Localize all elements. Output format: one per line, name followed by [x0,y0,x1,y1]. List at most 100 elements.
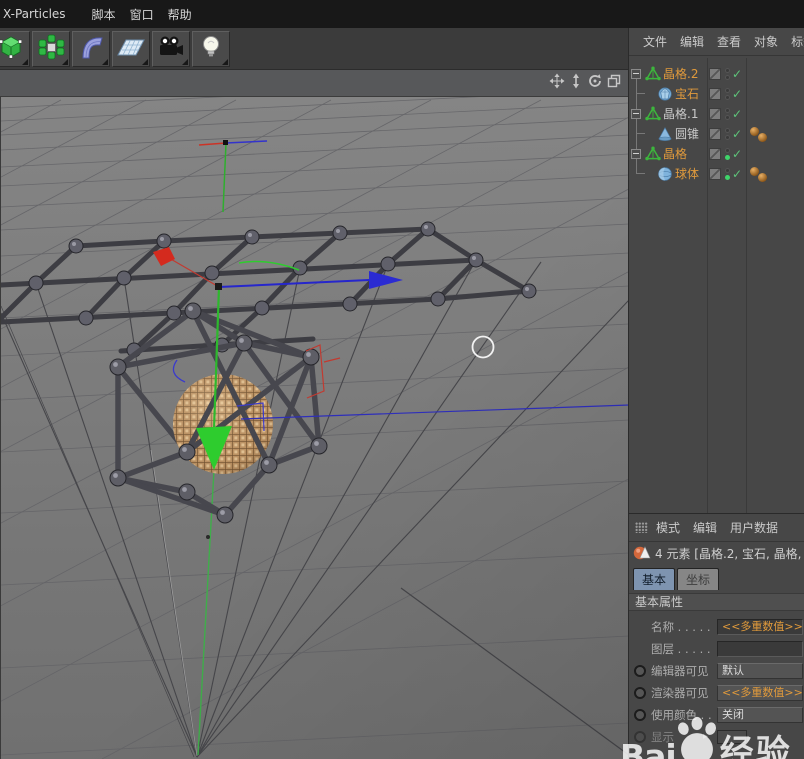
enabled-checkmark[interactable]: ✓ [732,84,742,104]
lattice-icon [645,106,661,122]
layer-swatch[interactable] [709,88,721,100]
field-mini-box[interactable] [717,730,747,744]
render-visibility-dot[interactable] [725,95,730,100]
enabled-checkmark[interactable]: ✓ [732,144,742,164]
layer-swatch[interactable] [709,168,721,180]
editor-visibility-dot[interactable] [725,168,730,173]
object-name[interactable]: 宝石 [675,84,699,104]
light-object-icon [197,34,225,64]
layer-swatch[interactable] [709,148,721,160]
menubar-item-3[interactable]: 帮助 [168,6,206,23]
material-tag-icon[interactable] [758,173,767,182]
object-name[interactable]: 晶格 [663,144,687,164]
attr-menu-item-1[interactable]: 编辑 [693,519,717,536]
render-visibility-dot[interactable] [725,75,730,80]
panel-grip-icon[interactable] [635,522,648,533]
layer-swatch[interactable] [709,128,721,140]
object-name[interactable]: 晶格.2 [663,64,698,84]
render-visibility-dot[interactable] [725,155,730,160]
enabled-checkmark[interactable]: ✓ [732,164,742,184]
object-manager: 文件编辑查看对象标签 晶格.2 ✓ 宝石 ✓ 晶格.1 ✓ 圆锥 ✓ 晶格 ✓ 球体 ✓ [629,28,804,513]
tab-coords[interactable]: 坐标 [677,568,719,590]
layer-swatch[interactable] [709,68,721,80]
viewport-toggle-maximize-button[interactable] [605,75,622,92]
field-label: 图层 . . . . . . [651,638,715,660]
keyframe-circle[interactable] [634,709,646,721]
submenu-corner [22,59,28,65]
submenu-corner [142,59,148,65]
render-visibility-dot[interactable] [725,135,730,140]
object-row-cone[interactable]: 圆锥 ✓ [629,124,804,144]
attr-menu-item-0[interactable]: 模式 [656,519,680,536]
editor-visibility-dot[interactable] [725,148,730,153]
keyframe-circle[interactable] [634,687,646,699]
field-dropdown[interactable]: 默认 [717,663,803,679]
field-input[interactable] [717,641,803,657]
viewport-pan-button[interactable] [548,75,565,92]
tree-expander[interactable] [631,149,641,159]
om-menu-item-3[interactable]: 对象 [754,33,778,50]
object-name[interactable]: 球体 [675,164,699,184]
selection-summary: 4 元素 [晶格.2, 宝石, 晶格, 球体] [655,545,804,562]
viewport-rotate-button[interactable] [586,75,603,92]
toolbar-floor-object-button[interactable] [112,31,150,67]
toolbar-cube-primitive-button[interactable] [0,31,30,67]
object-row-lattice[interactable]: 晶格 ✓ [629,144,804,164]
render-visibility-dot[interactable] [725,175,730,180]
tab-basic[interactable]: 基本 [633,568,675,590]
toolbar [0,28,628,70]
toolbar-light-object-button[interactable] [192,31,230,67]
submenu-arrow-icon: ▸ [703,726,708,748]
attr-menu-item-2[interactable]: 用户数据 [730,519,778,536]
toolbar-array-object-button[interactable] [32,31,70,67]
viewport-header [0,70,628,97]
editor-visibility-dot[interactable] [725,68,730,73]
viewport-canvas[interactable] [1,97,629,759]
array-object-icon [37,34,65,64]
toolbar-bend-deformer-button[interactable] [72,31,110,67]
om-menu-item-0[interactable]: 文件 [643,33,667,50]
selection-info: 4 元素 [晶格.2, 宝石, 晶格, 球体] [629,540,804,566]
floor-object-icon [117,34,145,64]
editor-visibility-dot[interactable] [725,128,730,133]
field-input[interactable]: <<多重数值>> [717,619,803,635]
keyframe-circle[interactable] [634,731,646,743]
field-dropdown[interactable]: <<多重数值>> [717,685,803,701]
tree-expander[interactable] [631,109,641,119]
keyframe-circle[interactable] [634,665,646,677]
toolbar-camera-object-button[interactable] [152,31,190,67]
cinema4d-window: X-Particles脚本窗口帮助 [0,0,804,759]
editor-visibility-dot[interactable] [725,108,730,113]
attr-row-3: 渲染器可见<<多重数值>> [629,682,804,704]
submenu-corner [222,59,228,65]
object-name[interactable]: 圆锥 [675,124,699,144]
object-row-sphere[interactable]: 球体 ✓ [629,164,804,184]
om-menu-item-1[interactable]: 编辑 [680,33,704,50]
enabled-checkmark[interactable]: ✓ [732,64,742,84]
tree-expander[interactable] [631,69,641,79]
object-row-lattice[interactable]: 晶格.1 ✓ [629,104,804,124]
field-dropdown[interactable]: 关闭 [717,707,803,723]
material-tag-icon[interactable] [758,133,767,142]
attribute-manager-menu: 模式编辑用户数据 [629,514,804,542]
field-label: 编辑器可见 [651,660,715,682]
om-menu-item-2[interactable]: 查看 [717,33,741,50]
layer-swatch[interactable] [709,108,721,120]
object-row-lattice[interactable]: 晶格.2 ✓ [629,64,804,84]
menubar-item-1[interactable]: 脚本 [92,6,130,23]
om-menu-item-4[interactable]: 标签 [791,33,804,50]
submenu-corner [102,59,108,65]
enabled-checkmark[interactable]: ✓ [732,104,742,124]
editor-visibility-dot[interactable] [725,88,730,93]
attr-row-0: 名称 . . . . . .<<多重数值>> [629,616,804,638]
toggle-maximize-icon [606,73,622,93]
menubar-item-2[interactable]: 窗口 [130,6,168,23]
viewport[interactable] [0,97,628,759]
menubar-item-0[interactable]: X-Particles [3,7,92,21]
attr-row-4: 使用颜色 . .关闭 [629,704,804,726]
render-visibility-dot[interactable] [725,115,730,120]
object-row-gem[interactable]: 宝石 ✓ [629,84,804,104]
enabled-checkmark[interactable]: ✓ [732,124,742,144]
viewport-dolly-zoom-button[interactable] [567,75,584,92]
object-name[interactable]: 晶格.1 [663,104,698,124]
